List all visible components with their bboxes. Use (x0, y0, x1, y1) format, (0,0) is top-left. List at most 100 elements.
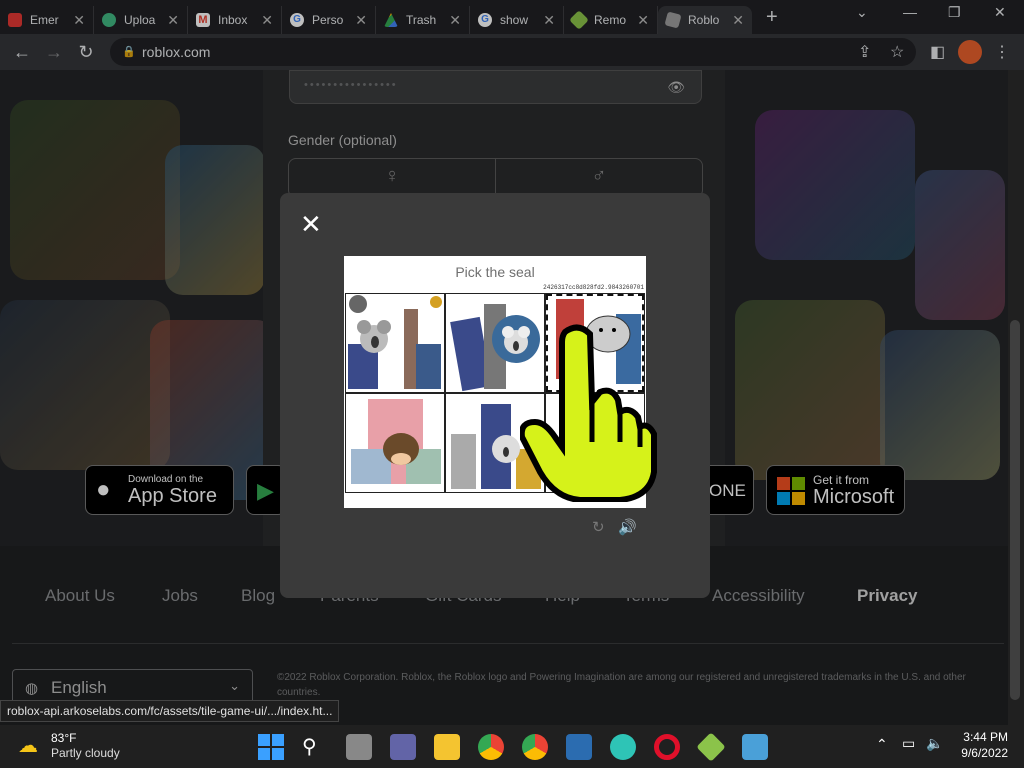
microsoft-store-button[interactable]: Get it from Microsoft (766, 465, 905, 515)
roblox-icon (664, 11, 682, 29)
tab-show[interactable]: Gshow ✕ (470, 6, 564, 34)
xbox-text: ONE (709, 481, 746, 500)
refresh-icon[interactable]: ↻ (592, 518, 605, 536)
cow-house-image (351, 399, 441, 484)
tab-favicon (8, 13, 22, 27)
address-bar[interactable]: 🔒 roblox.com (110, 38, 916, 66)
weather-desc: Partly cloudy (51, 746, 120, 760)
menu-kebab-icon[interactable]: ⋮ (994, 42, 1010, 62)
close-icon[interactable]: ✕ (637, 12, 649, 29)
audio-icon[interactable]: 🔊 (618, 518, 637, 536)
network-icon[interactable]: ▭ (902, 735, 915, 752)
status-bar-url: roblox-api.arkoselabs.com/fc/assets/tile… (0, 700, 340, 722)
close-icon[interactable]: ✕ (73, 12, 85, 29)
captcha-tile-koala-city[interactable] (345, 293, 445, 393)
profile-avatar[interactable] (958, 40, 982, 64)
app-store-button[interactable]: ● Download on the App Store (85, 465, 234, 515)
weather-icon[interactable]: ☁ (18, 733, 38, 758)
new-tab-button[interactable]: + (766, 6, 778, 29)
page-scrollbar-thumb[interactable] (1010, 320, 1020, 700)
close-window-icon[interactable]: ✕ (994, 4, 1006, 21)
eye-icon[interactable]: 👁 (667, 79, 685, 96)
google-icon: G (290, 13, 304, 27)
browser-toolbar: ← → ↻ 🔒 roblox.com ⇪ ☆ ◧ ⋮ (0, 34, 1024, 70)
file-explorer-icon[interactable] (434, 734, 460, 760)
copyright-text: ©2022 Roblox Corporation. Roblox, the Ro… (277, 672, 966, 698)
tab-label: Uploa (124, 13, 156, 27)
url-text: roblox.com (142, 44, 211, 60)
share-icon[interactable]: ⇪ (858, 42, 871, 62)
tab-label: Perso (312, 13, 344, 27)
lock-icon: 🔒 (122, 46, 136, 58)
app-icon-teal[interactable] (610, 734, 636, 760)
captcha-tile-cow-house[interactable] (345, 393, 445, 493)
remove-bg-icon (569, 10, 589, 30)
gender-label: Gender (optional) (288, 132, 397, 148)
tray-chevron-icon[interactable]: ⌃ (876, 736, 888, 753)
drive-icon (384, 13, 398, 27)
tab-inbox[interactable]: M Inbox ✕ (188, 6, 282, 34)
footer-link-jobs[interactable]: Jobs (162, 586, 198, 606)
gmail-icon: M (196, 13, 210, 27)
app-store-bottom-text: App Store (128, 485, 217, 507)
gender-male-option[interactable]: ♂ (495, 159, 702, 197)
windows-start-icon[interactable] (258, 734, 284, 760)
control-panel-icon[interactable] (742, 734, 768, 760)
footer-link-accessibility[interactable]: Accessibility (712, 586, 805, 606)
globe-icon: ◍ (25, 680, 39, 697)
side-panel-icon[interactable]: ◧ (930, 42, 945, 62)
close-icon[interactable]: ✕ (543, 12, 555, 29)
tab-search-icon[interactable]: ⌄ (856, 4, 868, 21)
remove-bg-app-icon[interactable] (696, 732, 726, 762)
play-icon: ▶ (257, 478, 274, 503)
tab-label: show (500, 13, 529, 27)
clock-time[interactable]: 3:44 PM (958, 730, 1008, 744)
close-icon[interactable]: ✕ (261, 12, 273, 29)
close-icon[interactable]: ✕ (300, 211, 322, 237)
clock-date[interactable]: 9/6/2022 (948, 746, 1008, 760)
tab-personal[interactable]: G Perso ✕ (282, 6, 376, 34)
teams-chat-icon[interactable] (390, 734, 416, 760)
remote-desktop-icon[interactable] (566, 734, 592, 760)
tab-upload[interactable]: Uploa ✕ (94, 6, 188, 34)
footer-link-privacy[interactable]: Privacy (857, 586, 918, 606)
chrome-icon-active[interactable] (522, 734, 548, 760)
background-game-tile (10, 100, 180, 280)
chevron-down-icon: ⌄ (229, 678, 240, 693)
weather-temp: 83°F (51, 731, 77, 745)
footer-link-about[interactable]: About Us (45, 586, 115, 606)
volume-icon[interactable]: 🔈 (926, 735, 943, 752)
tab-remove[interactable]: Remo ✕ (564, 6, 658, 34)
browser-tab-strip: Emer ✕ Uploa ✕ M Inbox ✕ G Perso ✕ Trash ✕ Gsho… (0, 0, 1024, 34)
ms-bottom-text: Microsoft (813, 486, 895, 508)
background-game-tile (735, 300, 885, 480)
tab-emergency[interactable]: Emer ✕ (0, 6, 94, 34)
forward-icon[interactable]: → (38, 42, 70, 63)
gender-selector: ♀ ♂ (288, 158, 703, 198)
chrome-icon[interactable] (478, 734, 504, 760)
opera-icon[interactable] (654, 734, 680, 760)
bookmark-star-icon[interactable]: ☆ (890, 42, 904, 62)
footer-link-blog[interactable]: Blog (241, 586, 275, 606)
tab-roblox[interactable]: Roblo ✕ (658, 6, 752, 34)
minimize-icon[interactable]: — (903, 4, 917, 20)
reload-icon[interactable]: ↻ (70, 42, 102, 63)
app-store-top-text: Download on the (128, 474, 204, 485)
close-icon[interactable]: ✕ (732, 12, 744, 29)
windows-taskbar: ☁ 83°F Partly cloudy ⚲ ⌃ ▭ 🔈 3:44 PM 9/6… (0, 725, 1024, 768)
close-icon[interactable]: ✕ (167, 12, 179, 29)
apple-icon: ● (96, 476, 111, 503)
close-icon[interactable]: ✕ (355, 12, 367, 29)
gender-female-option[interactable]: ♀ (289, 159, 495, 197)
task-view-icon[interactable] (346, 734, 372, 760)
pointer-hand-icon (520, 324, 657, 502)
password-input[interactable]: •••••••••••••••• 👁 (289, 70, 702, 104)
tab-label: Roblo (688, 13, 720, 27)
close-icon[interactable]: ✕ (449, 12, 461, 29)
background-game-tile (915, 170, 1005, 320)
tab-trash[interactable]: Trash ✕ (376, 6, 470, 34)
search-icon[interactable]: ⚲ (302, 734, 328, 760)
back-icon[interactable]: ← (6, 42, 38, 63)
restore-icon[interactable]: ❐ (948, 4, 961, 21)
tab-label: Emer (30, 13, 59, 27)
